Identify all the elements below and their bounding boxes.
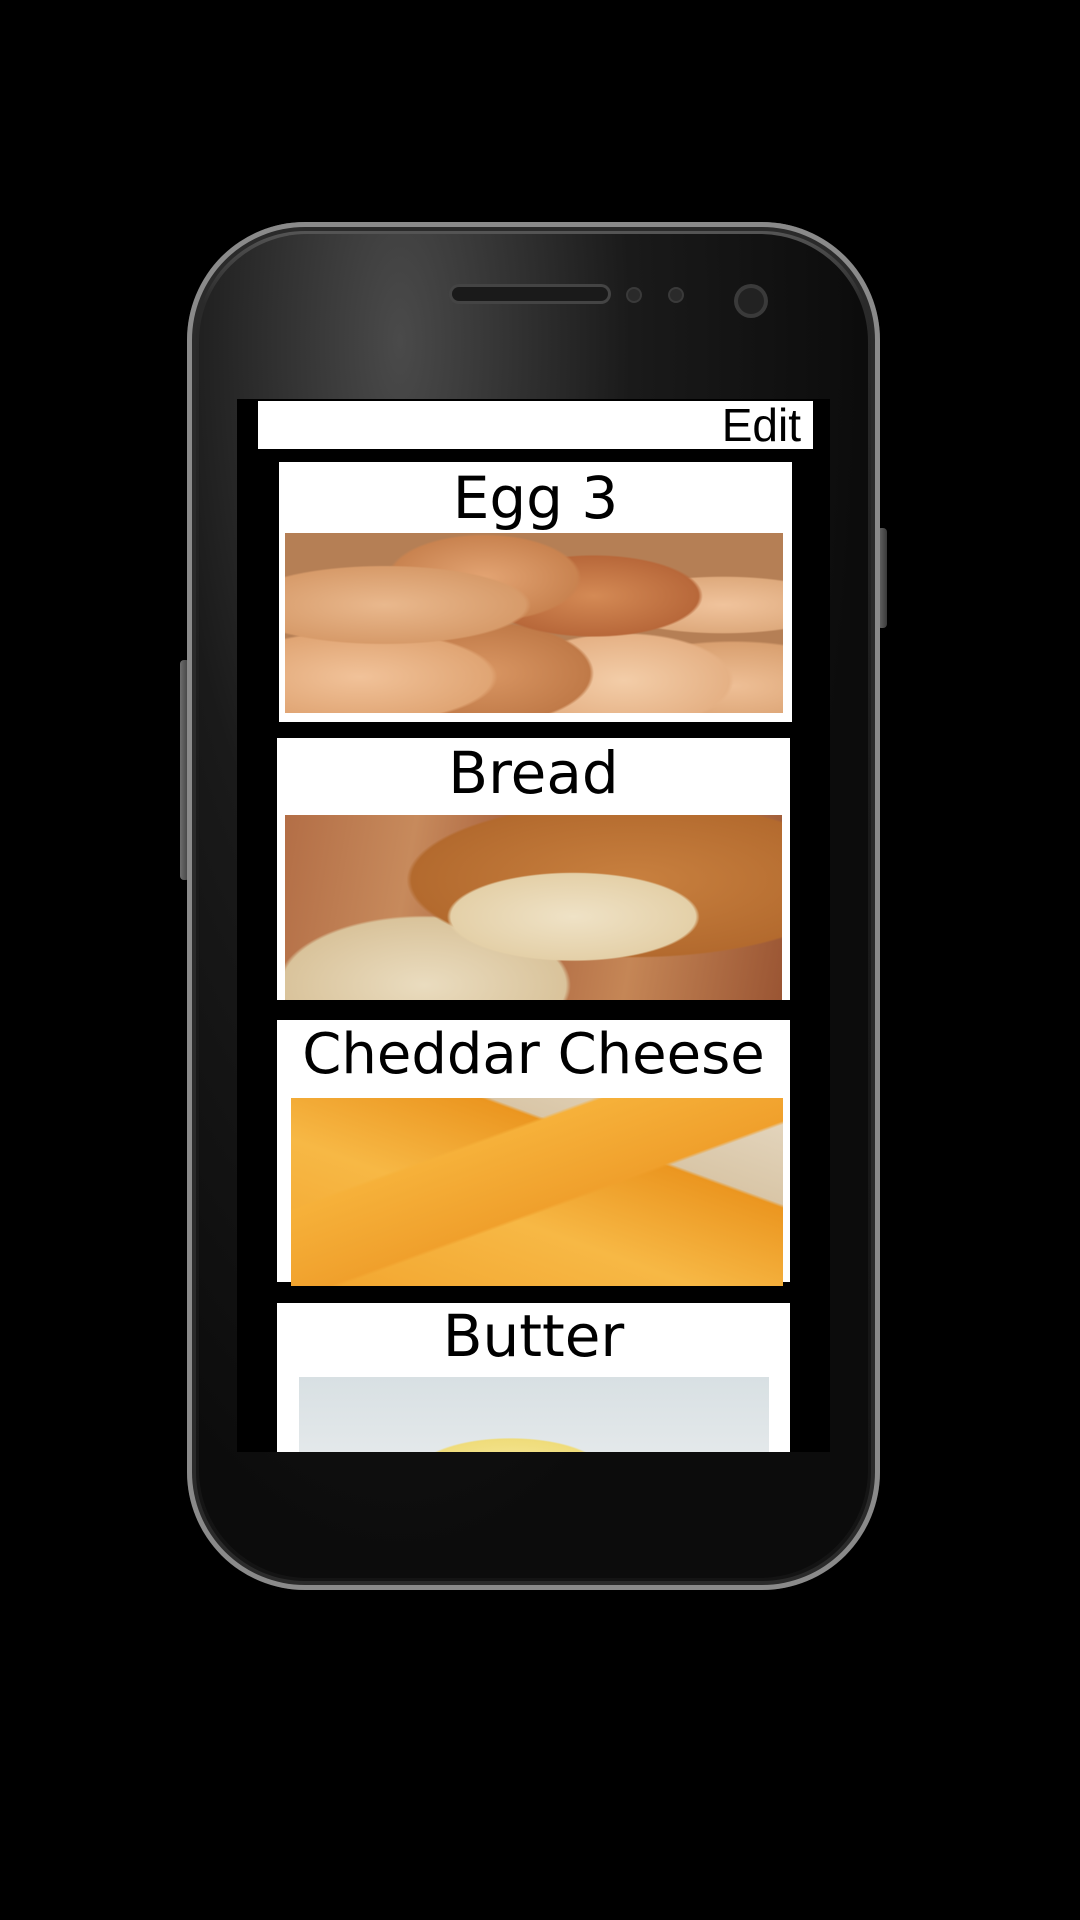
item-title: Butter: [442, 1302, 625, 1370]
list-item[interactable]: Cheddar Cheese: [277, 1020, 790, 1286]
light-sensor: [670, 289, 682, 301]
edit-button[interactable]: Edit: [722, 399, 801, 451]
action-bar: Edit: [258, 399, 813, 451]
item-title: Bread: [448, 739, 619, 807]
earpiece-speaker: [452, 287, 608, 301]
eggs-image: [285, 533, 783, 713]
bread-image: [285, 815, 782, 1000]
butter-image: [299, 1377, 769, 1452]
cheddar-cheese-image: [291, 1098, 783, 1286]
list-item[interactable]: Butter: [277, 1303, 790, 1452]
proximity-sensor: [628, 289, 640, 301]
app-screen: Edit Egg 3 Bread Cheddar Cheese Butter: [237, 399, 830, 1452]
item-title: Cheddar Cheese: [302, 1022, 765, 1087]
item-title: Egg 3: [452, 464, 619, 532]
list-item[interactable]: Bread: [277, 738, 790, 1000]
list-item[interactable]: Egg 3: [279, 462, 792, 722]
front-camera: [738, 288, 764, 314]
